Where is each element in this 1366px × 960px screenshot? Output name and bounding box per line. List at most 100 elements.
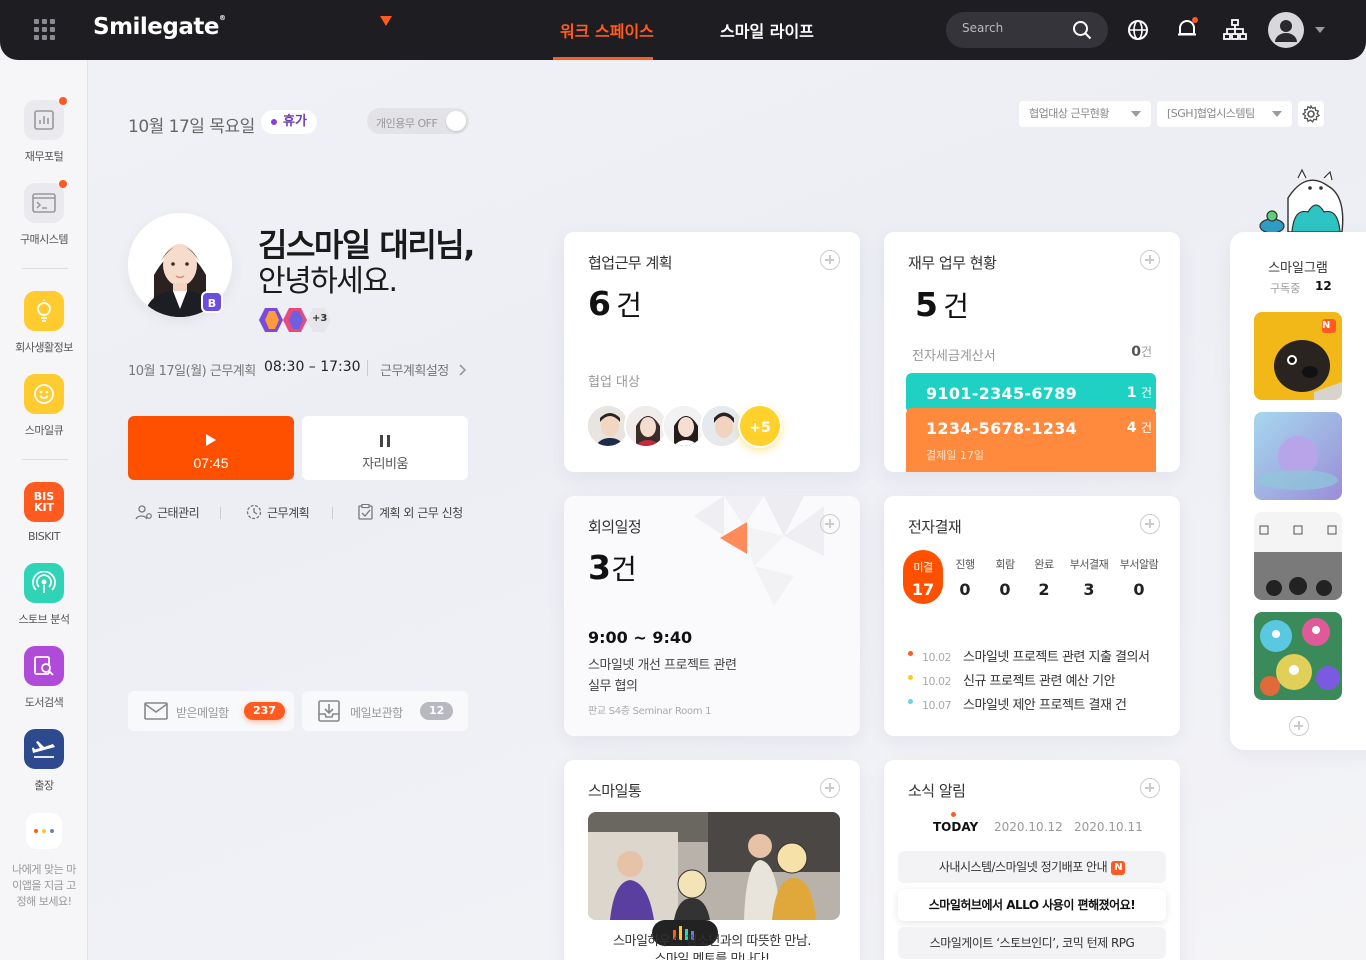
sidebar-item-purchase-system[interactable]: 구매시스템: [0, 180, 88, 247]
collab-status-dropdown[interactable]: 협업대상 근무현황: [1019, 101, 1151, 127]
work-plan-setting-link[interactable]: 근무계획설정: [380, 360, 468, 379]
search-input[interactable]: [962, 21, 1072, 35]
user-menu-chevron-down-icon[interactable]: [1315, 27, 1325, 33]
add-my-app-button[interactable]: [0, 813, 88, 849]
sidebar-item-biskit[interactable]: BIS KIT BISKIT: [0, 482, 88, 543]
away-button[interactable]: 자리비움: [302, 416, 468, 480]
approval-list-item[interactable]: 10.07 스마일넷 제안 프로젝트 결재 건: [908, 694, 1127, 713]
tax-invoice-label: 전자세금계산서: [912, 349, 996, 364]
smiletong-card[interactable]: 스마일통 스마일하우스 청소년과의 따뜻한 만남. 스마일 멘토를 만나다!: [564, 760, 860, 960]
bell-icon[interactable]: [1175, 17, 1201, 43]
personal-business-toggle[interactable]: 개인용무 OFF: [367, 108, 469, 134]
add-icon[interactable]: [1140, 250, 1160, 270]
more-dots-icon: [26, 813, 62, 849]
more-collaborators-badge[interactable]: +5: [738, 404, 782, 448]
sidebar-item-label: BISKIT: [28, 530, 60, 543]
work-plan-time: 08:30 – 17:30: [264, 359, 361, 375]
sidebar-item-finance-portal[interactable]: 재무포털: [0, 97, 88, 164]
tab-smile-life[interactable]: 스마일 라이프: [720, 18, 814, 42]
smilegram-post[interactable]: [1254, 412, 1342, 500]
card-title: 협업근무 계획: [588, 254, 673, 272]
approval-stat[interactable]: 진행 0: [943, 556, 987, 599]
approval-list-item[interactable]: 10.02 신규 프로젝트 관련 예산 기안: [908, 670, 1116, 689]
unread-count-badge: 237: [244, 702, 285, 720]
divider: [220, 507, 221, 519]
smiletong-caption[interactable]: 스마일 멘토를 만나다!: [564, 948, 860, 960]
smilegram-post[interactable]: [1254, 612, 1342, 700]
user-avatar[interactable]: [1268, 12, 1304, 48]
search-box: [946, 12, 1108, 48]
add-icon[interactable]: [820, 514, 840, 534]
account-count: 1 건: [1126, 385, 1152, 401]
account-number: 1234-5678-1234: [926, 419, 1078, 438]
smiletong-caption[interactable]: 스마일하우스 청소년과의 따뜻한 만남.: [564, 930, 860, 949]
org-chart-icon[interactable]: [1222, 18, 1248, 44]
news-tab-date[interactable]: 2020.10.11: [1074, 820, 1143, 834]
finance-status-card[interactable]: 재무 업무 현황 5 건 전자세금계산서 0건 9101-2345-6789 1…: [884, 232, 1180, 472]
sidebar-item-stove-analysis[interactable]: 스토브 분석: [0, 563, 88, 627]
news-card[interactable]: 소식 알림 TODAY 2020.10.12 2020.10.11 사내시스템/…: [884, 760, 1180, 960]
card-account-row[interactable]: 1234-5678-1234 4 건 결제일 17일: [906, 408, 1156, 472]
pause-icon: [380, 435, 390, 447]
approval-stat[interactable]: 부서결재 3: [1064, 556, 1114, 599]
collab-plan-card[interactable]: 협업근무 계획 6 건 협업 대상 +5: [564, 232, 860, 472]
meeting-schedule-card[interactable]: 회의일정 3건 9:00 ~ 9:40 스마일넷 개선 프로젝트 관련 실무 협…: [564, 496, 860, 736]
account-number: 9101-2345-6789: [926, 384, 1078, 403]
smiletong-photo[interactable]: [588, 812, 840, 920]
card-title: 전자결재: [908, 518, 962, 536]
mail-archive-button[interactable]: 메일보관함 12: [302, 691, 468, 731]
sidebar-item-company-life[interactable]: 회사생활정보: [0, 291, 88, 355]
approval-list-item[interactable]: 10.02 스마일넷 프로젝트 관련 지출 결의서: [908, 646, 1150, 665]
finance-count: 5 건: [915, 285, 969, 324]
start-work-button[interactable]: 07:45: [128, 416, 294, 480]
sidebar-item-smileq[interactable]: 스마일큐: [0, 374, 88, 438]
smilegram-post[interactable]: N: [1254, 312, 1342, 400]
archive-count-badge: 12: [420, 702, 454, 720]
attendance-link[interactable]: 근태관리: [135, 504, 200, 521]
search-icon[interactable]: [1072, 20, 1092, 40]
approval-stat[interactable]: 회람 0: [983, 556, 1027, 599]
extra-work-request-link[interactable]: 계획 외 근무 신청: [357, 503, 463, 521]
tab-workspace[interactable]: 워크 스페이스: [560, 18, 654, 42]
add-icon[interactable]: [1140, 778, 1160, 798]
e-approval-card[interactable]: 전자결재 미결 17 진행 0 회람 0 완료 2 부서결재 3 부서알람 0 10.02…: [884, 496, 1180, 736]
add-icon[interactable]: [820, 778, 840, 798]
work-plan-label: 10월 17일(월) 근무계획: [128, 364, 256, 379]
new-dot: [59, 97, 67, 105]
sidebar-item-label: 출장: [34, 779, 54, 792]
greeting-text: 안녕하세요.: [258, 264, 398, 299]
add-icon[interactable]: [1289, 716, 1309, 736]
smilegram-post[interactable]: [1254, 512, 1342, 600]
smilegram-title: 스마일그램: [1268, 261, 1328, 276]
sidebar-item-business-trip[interactable]: 출장: [0, 729, 88, 793]
inbox-button[interactable]: 받은메일함 237: [128, 691, 294, 731]
logo[interactable]: Smilegate®: [93, 14, 226, 40]
chevron-down-icon: [1272, 111, 1282, 117]
news-item[interactable]: 스마일게이트 ‘스토브인디’, 코믹 턴제 RPG: [898, 927, 1166, 959]
approval-stat[interactable]: 부서알람 0: [1114, 556, 1164, 599]
globe-icon[interactable]: [1127, 19, 1153, 45]
settings-button[interactable]: [1298, 101, 1324, 127]
team-dropdown[interactable]: [SGH]협업시스템팀: [1157, 101, 1292, 127]
decor-triangle-icon: [380, 16, 392, 26]
sidebar-item-label: 도서검색: [24, 696, 64, 709]
smile-icon: [24, 374, 64, 414]
clock-icon: [246, 504, 262, 520]
active-tab-indicator: [553, 57, 653, 60]
sidebar-item-book-search[interactable]: 도서검색: [0, 646, 88, 710]
toggle-label: 개인용무 OFF: [376, 117, 438, 130]
news-tab-today[interactable]: TODAY: [933, 820, 978, 834]
mascot-illustration: [1259, 168, 1344, 234]
card-account-row[interactable]: 9101-2345-6789 1 건: [906, 373, 1156, 413]
approval-stat[interactable]: 완료 2: [1022, 556, 1066, 599]
top-bar: Smilegate® 워크 스페이스 스마일 라이프: [0, 0, 1366, 60]
news-item[interactable]: 스마일허브에서 ALLO 사용이 편해졌어요!: [898, 889, 1166, 921]
achievement-badges[interactable]: +3: [259, 307, 335, 333]
news-item[interactable]: 사내시스템/스마일넷 정기배포 안내 N: [898, 851, 1166, 883]
work-plan-link[interactable]: 근무계획: [245, 504, 310, 521]
app-grid-icon[interactable]: [34, 19, 55, 40]
add-icon[interactable]: [1140, 514, 1160, 534]
news-tab-date[interactable]: 2020.10.12: [994, 820, 1063, 834]
add-icon[interactable]: [820, 250, 840, 270]
approval-stat-pending[interactable]: 미결 17: [903, 550, 943, 604]
